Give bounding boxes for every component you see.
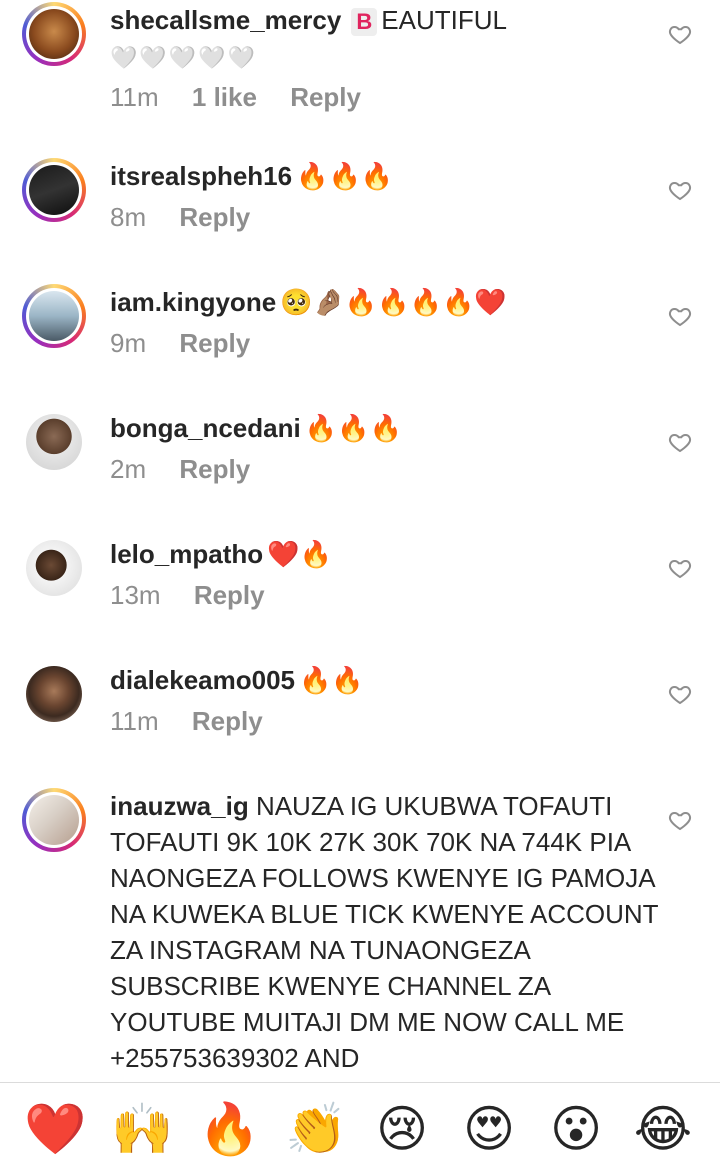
comment-text: 🔥🔥🔥 xyxy=(304,413,402,443)
comment-meta: 9m Reply xyxy=(110,328,276,359)
like-heart-icon[interactable] xyxy=(668,178,692,202)
comment-time: 11m xyxy=(110,706,159,736)
comments-list: shecallsme_mercy B EAUTIFUL 🤍🤍🤍🤍🤍 11m 1 li… xyxy=(0,0,720,1082)
avatar[interactable] xyxy=(26,540,82,596)
comment-time: 2m xyxy=(110,454,147,484)
comment-text: 🔥🔥🔥 xyxy=(296,161,394,191)
comment-username[interactable]: dialekeamo005 xyxy=(110,665,295,695)
like-heart-icon[interactable] xyxy=(668,22,692,46)
comment-text: NAUZA IG UKUBWA TOFAUTI TOFAUTI 9K 10K 2… xyxy=(110,791,659,1073)
reply-button[interactable]: Reply xyxy=(290,82,361,112)
like-heart-icon[interactable] xyxy=(668,556,692,580)
comment-meta: 8m Reply xyxy=(110,202,276,233)
crying-reaction-icon[interactable]: 😢 xyxy=(372,1099,432,1159)
reply-button[interactable]: Reply xyxy=(194,580,265,610)
comment-text: 🔥🔥 xyxy=(299,665,364,695)
comment-username[interactable]: lelo_mpatho xyxy=(110,539,263,569)
comment-time: 9m xyxy=(110,328,147,358)
comment-text: 🥺🤌🏽🔥🔥🔥🔥❤️ xyxy=(280,287,507,317)
reply-button[interactable]: Reply xyxy=(179,328,250,358)
avatar[interactable] xyxy=(22,158,86,222)
comment-time: 8m xyxy=(110,202,147,232)
like-heart-icon[interactable] xyxy=(668,682,692,706)
avatar[interactable] xyxy=(22,788,86,852)
comment-text: EAUTIFUL xyxy=(381,5,507,35)
comment-username[interactable]: itsrealspheh16 xyxy=(110,161,292,191)
comment-username[interactable]: iam.kingyone xyxy=(110,287,276,317)
reply-button[interactable]: Reply xyxy=(179,454,250,484)
quick-reaction-bar: ❤️ 🙌 🔥 👏 😢 😍 😮 😂 xyxy=(0,1082,720,1157)
raised-hands-reaction-icon[interactable]: 🙌 xyxy=(111,1099,173,1159)
comment-username[interactable]: inauzwa_ig xyxy=(110,791,249,821)
laughing-reaction-icon[interactable]: 😂 xyxy=(633,1099,693,1159)
surprised-reaction-icon[interactable]: 😮 xyxy=(546,1099,606,1159)
comment-username[interactable]: bonga_ncedani xyxy=(110,413,301,443)
heart-reaction-icon[interactable]: ❤️ xyxy=(24,1099,86,1159)
comment-meta: 11m 1 like Reply xyxy=(110,82,387,113)
comment-time: 11m xyxy=(110,82,159,112)
comment-text: ❤️🔥 xyxy=(267,539,332,569)
like-heart-icon[interactable] xyxy=(668,430,692,454)
avatar[interactable] xyxy=(22,284,86,348)
fire-reaction-icon[interactable]: 🔥 xyxy=(198,1099,260,1159)
comment-meta: 11m Reply xyxy=(110,706,289,737)
heart-eyes-reaction-icon[interactable]: 😍 xyxy=(459,1099,519,1159)
avatar[interactable] xyxy=(26,666,82,722)
comment-meta: 2m Reply xyxy=(110,454,276,485)
avatar[interactable] xyxy=(22,2,86,66)
like-heart-icon[interactable] xyxy=(668,304,692,328)
clap-reaction-icon[interactable]: 👏 xyxy=(285,1099,347,1159)
reply-button[interactable]: Reply xyxy=(179,202,250,232)
comment-meta: 13m Reply xyxy=(110,580,291,611)
comment-time: 13m xyxy=(110,580,161,610)
like-heart-icon[interactable] xyxy=(668,808,692,832)
white-hearts: 🤍🤍🤍🤍🤍 xyxy=(110,45,257,70)
avatar[interactable] xyxy=(26,414,82,470)
comment-likes[interactable]: 1 like xyxy=(192,82,257,112)
letter-b-badge: B xyxy=(351,8,378,37)
reply-button[interactable]: Reply xyxy=(192,706,263,736)
comment-username[interactable]: shecallsme_mercy xyxy=(110,5,341,35)
